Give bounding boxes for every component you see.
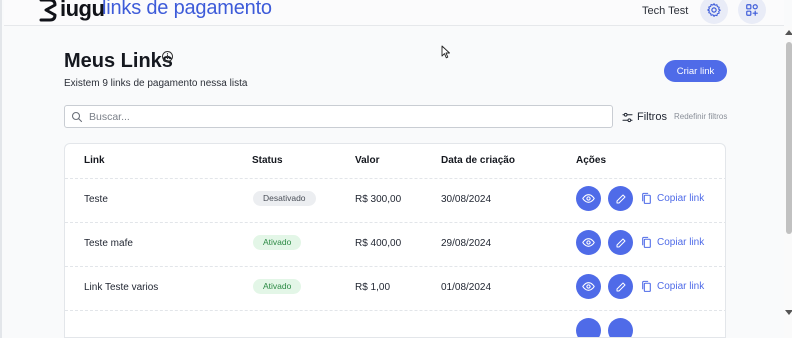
top-bar: iugu links de pagamento Tech Test — [4, 0, 784, 26]
created-date: 29/08/2024 — [441, 238, 492, 249]
created-date: 01/08/2024 — [441, 282, 492, 293]
scroll-up-arrow-icon[interactable] — [785, 30, 792, 35]
app-window: iugu links de pagamento Tech Test Meus L… — [0, 0, 792, 338]
apps-button[interactable] — [738, 0, 766, 24]
brand-name: iugu — [60, 0, 105, 21]
edit-button[interactable] — [608, 318, 633, 337]
product-name: links de pagamento — [102, 0, 272, 19]
mouse-cursor-icon — [441, 45, 450, 59]
link-value: R$ 300,00 — [355, 194, 402, 205]
scroll-thumb[interactable] — [786, 42, 792, 234]
view-button[interactable] — [576, 186, 601, 211]
apps-grid-icon — [746, 4, 758, 16]
info-icon[interactable]: i — [162, 51, 173, 62]
edit-button[interactable] — [608, 230, 633, 255]
reset-filters-link[interactable]: Redefinir filtros — [674, 112, 727, 121]
table-row: Teste Desativado R$ 300,00 30/08/2024 Co… — [65, 178, 725, 222]
view-button[interactable] — [576, 230, 601, 255]
table-row — [65, 310, 725, 337]
copy-icon — [642, 236, 651, 248]
links-count-text: Existem 9 links de pagamento nessa lista — [64, 78, 248, 89]
view-button[interactable] — [576, 318, 601, 337]
link-value: R$ 1,00 — [355, 282, 391, 293]
search-box[interactable] — [64, 105, 613, 128]
scroll-down-arrow-icon[interactable] — [785, 310, 792, 315]
column-header-created: Data de criação — [441, 155, 515, 166]
link-name: Teste mafe — [84, 238, 133, 249]
page-scrollbar[interactable] — [784, 26, 792, 338]
copy-icon — [642, 280, 651, 292]
create-link-button[interactable]: Criar link — [664, 60, 727, 82]
edit-button[interactable] — [608, 186, 633, 211]
column-header-actions: Ações — [576, 155, 607, 166]
edit-pencil-icon — [616, 282, 625, 291]
page-title: Meus Links — [64, 50, 173, 72]
eye-icon — [582, 194, 595, 203]
eye-icon — [582, 282, 595, 291]
copy-link-button[interactable]: Copiar link — [641, 236, 704, 249]
filters-label: Filtros — [637, 111, 667, 123]
table-row: Teste mafe Ativado R$ 400,00 29/08/2024 … — [65, 222, 725, 266]
edit-pencil-icon — [616, 194, 625, 203]
filters-button[interactable]: Filtros — [622, 110, 667, 124]
iugu-logo-icon — [39, 0, 57, 22]
copy-link-button[interactable]: Copiar link — [641, 280, 704, 293]
gear-icon — [707, 3, 721, 17]
copy-link-label: Copiar link — [657, 193, 705, 204]
copy-link-button[interactable]: Copiar link — [641, 192, 704, 205]
user-name[interactable]: Tech Test — [642, 5, 688, 17]
search-icon — [71, 111, 83, 123]
link-name: Teste — [84, 194, 108, 205]
status-badge: Ativado — [253, 235, 302, 250]
table-row: Link Teste varios Ativado R$ 1,00 01/08/… — [65, 266, 725, 310]
column-header-status: Status — [252, 155, 283, 166]
created-date: 30/08/2024 — [441, 194, 492, 205]
status-badge: Ativado — [253, 279, 302, 294]
edit-pencil-icon — [616, 238, 625, 247]
link-name: Link Teste varios — [84, 282, 159, 293]
copy-icon — [642, 192, 651, 204]
column-header-link: Link — [84, 155, 105, 166]
search-input[interactable] — [89, 108, 604, 125]
view-button[interactable] — [576, 274, 601, 299]
status-badge: Desativado — [253, 191, 316, 206]
copy-link-label: Copiar link — [657, 281, 705, 292]
links-table: Link Status Valor Data de criação Ações … — [64, 143, 726, 338]
settings-button[interactable] — [700, 0, 728, 24]
column-header-value: Valor — [355, 155, 380, 166]
link-value: R$ 400,00 — [355, 238, 402, 249]
copy-link-label: Copiar link — [657, 237, 705, 248]
edit-button[interactable] — [608, 274, 633, 299]
filter-sliders-icon — [622, 112, 633, 122]
eye-icon — [582, 238, 595, 247]
